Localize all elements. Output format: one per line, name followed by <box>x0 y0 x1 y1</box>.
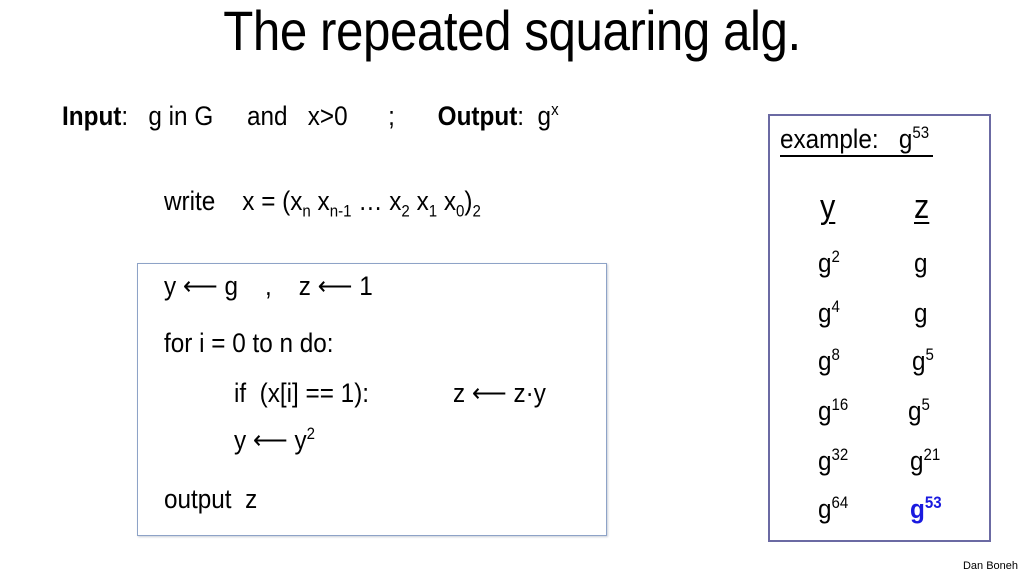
example-box: example: g53 y z g2 g g4 g g8 g5 g16 g5 g32 g21 g6… <box>768 114 991 542</box>
base: g <box>908 396 922 426</box>
example-row-y: g2 <box>818 248 840 279</box>
exponent: 16 <box>831 395 849 414</box>
input-text: : g in G and x>0 ; <box>121 101 395 131</box>
column-header-z: z <box>914 188 930 226</box>
base: g <box>818 396 832 426</box>
output-exponent: x <box>551 100 559 119</box>
write-prefix: write x = (x <box>164 186 303 216</box>
algo-line-output: output z <box>164 484 258 514</box>
binary-expansion-line: write x = (xn xn-1 … x2 x1 x0)2 <box>164 186 481 221</box>
base: g <box>818 446 832 476</box>
example-label: example: g <box>780 124 913 154</box>
write-part: x <box>409 186 429 216</box>
exponent: 4 <box>831 297 840 316</box>
exponent: 32 <box>831 445 849 464</box>
exponent: 8 <box>831 345 840 364</box>
base: g <box>910 446 924 476</box>
algo-line-square: y ⟵ y2 <box>234 425 315 456</box>
example-row-z: g <box>914 248 928 279</box>
exponent: 5 <box>925 345 934 364</box>
subscript: 2 <box>472 201 481 221</box>
subscript: n <box>302 201 311 221</box>
input-label: Input <box>62 101 122 131</box>
algo-line-condition: if (x[i] == 1): <box>234 378 370 408</box>
base: g <box>818 494 832 524</box>
example-row-z: g5 <box>912 346 934 377</box>
example-row-z: g53 <box>910 494 942 525</box>
column-header-y: y <box>820 188 836 226</box>
algo-line-loop: for i = 0 to n do: <box>164 328 334 358</box>
subscript: 0 <box>456 201 465 221</box>
square-text: y ⟵ y <box>234 425 307 455</box>
write-part: x <box>437 186 457 216</box>
author-credit: Dan Boneh <box>962 560 1018 572</box>
example-row-y: g4 <box>818 298 840 329</box>
base: g <box>818 346 832 376</box>
base: g <box>818 298 832 328</box>
example-row-z: g5 <box>908 396 930 427</box>
example-row-y: g8 <box>818 346 840 377</box>
algo-line-multiply: z ⟵ z·y <box>453 378 546 408</box>
subscript: n-1 <box>329 201 352 221</box>
example-row-z: g21 <box>910 446 940 477</box>
base: g <box>914 298 928 328</box>
square-exponent: 2 <box>306 424 316 443</box>
exponent: 2 <box>831 247 840 266</box>
base: g <box>818 248 832 278</box>
example-row-z: g <box>914 298 928 329</box>
algo-line-init: y ⟵ g , z ⟵ 1 <box>164 271 373 301</box>
example-row-y: g16 <box>818 396 848 427</box>
example-header: example: g53 <box>780 124 933 157</box>
write-part: x <box>310 186 330 216</box>
write-part: … x <box>351 186 402 216</box>
base: g <box>914 248 928 278</box>
example-row-y: g32 <box>818 446 848 477</box>
base: g <box>912 346 926 376</box>
output-label: Output <box>437 101 518 131</box>
exponent: 21 <box>923 445 941 464</box>
output-text: : g <box>517 101 552 131</box>
slide-title: The repeated squaring alg. <box>223 0 801 62</box>
exponent: 64 <box>831 493 849 512</box>
base: g <box>910 494 925 524</box>
exponent: 53 <box>924 493 942 512</box>
exponent: 5 <box>921 395 930 414</box>
example-exponent: 53 <box>912 123 930 142</box>
input-output-line: Input: g in G and x>0 ; Output: gx <box>62 101 559 132</box>
example-row-y: g64 <box>818 494 848 525</box>
write-part: ) <box>464 186 473 216</box>
subscript: 2 <box>401 201 410 221</box>
